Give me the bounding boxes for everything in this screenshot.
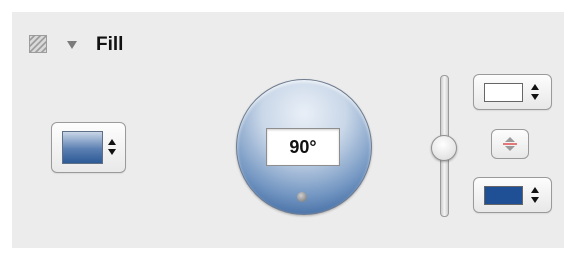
blend-slider-thumb[interactable]	[431, 135, 457, 161]
fill-style-popup[interactable]	[51, 122, 126, 173]
angle-field[interactable]: 90°	[266, 128, 340, 166]
end-color-popup[interactable]	[473, 177, 552, 213]
stepper-arrows-icon	[531, 84, 539, 100]
gradient-swatch	[62, 131, 103, 164]
angle-knob[interactable]	[297, 192, 307, 202]
swap-colors-button[interactable]	[491, 129, 529, 159]
swap-colors-icon	[503, 137, 517, 151]
section-title: Fill	[96, 34, 124, 55]
stepper-arrows-icon	[108, 139, 116, 155]
stepper-arrows-icon	[531, 187, 539, 203]
end-color-swatch	[484, 186, 523, 205]
disclosure-triangle-icon[interactable]	[67, 41, 77, 49]
start-color-swatch	[484, 83, 523, 102]
fill-pattern-icon	[29, 35, 47, 53]
start-color-popup[interactable]	[473, 74, 552, 110]
